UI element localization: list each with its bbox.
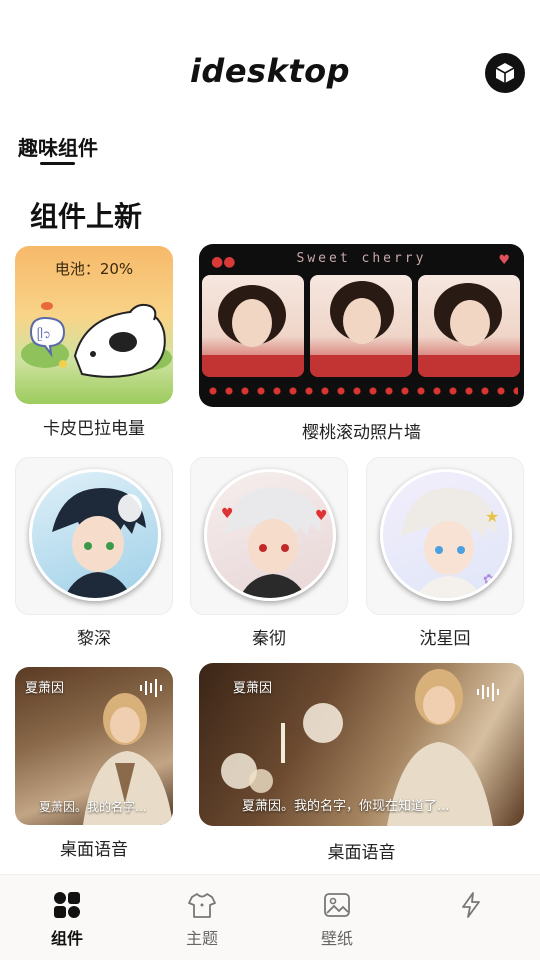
nav-label: 壁纸 bbox=[320, 929, 353, 948]
app-title: idesktop bbox=[189, 52, 351, 90]
nav-label: 组件 bbox=[50, 929, 83, 948]
soundwave-icon bbox=[477, 683, 499, 701]
bottom-nav: 组件 主题 壁纸 bbox=[0, 874, 540, 960]
voice-caption: 夏萧因。我的名字... bbox=[39, 800, 147, 814]
banner-text: Sweet cherry bbox=[296, 251, 427, 266]
widget-capybara-battery[interactable]: 电池：20% ᥫ᭡ bbox=[15, 246, 173, 404]
soundwave-icon bbox=[140, 679, 162, 697]
nav-item-wallpaper[interactable]: 壁纸 bbox=[297, 889, 377, 949]
tshirt-icon bbox=[188, 893, 216, 918]
widget-label: 卡皮巴拉电量 bbox=[43, 419, 145, 439]
avatar: ♥ ♥ bbox=[204, 469, 336, 601]
widget-desktop-voice-large[interactable]: 夏萧因 夏萧因。我的名字，你现在知道了... bbox=[199, 663, 524, 826]
tab-active-indicator bbox=[40, 162, 75, 165]
widget-label: 桌面语音 bbox=[327, 843, 396, 863]
voice-character-name: 夏萧因 bbox=[25, 681, 65, 696]
nav-item-themes[interactable]: 主题 bbox=[162, 889, 242, 949]
widgets-icon bbox=[54, 892, 80, 918]
widget-label: 沈星回 bbox=[419, 629, 471, 649]
widget-cherry-photo-wall[interactable]: ●● Sweet cherry ♥ bbox=[199, 244, 524, 407]
photo-2 bbox=[310, 275, 412, 377]
lightning-icon bbox=[462, 892, 480, 918]
widget-badge-lishen[interactable] bbox=[15, 457, 173, 615]
svg-text:♥: ♥ bbox=[221, 506, 234, 522]
widget-badge-shenxinghui[interactable]: ★ ✿ bbox=[366, 457, 524, 615]
tab-fun-widgets[interactable]: 趣味组件 bbox=[18, 132, 98, 161]
widget-desktop-voice-small[interactable]: 夏萧因 夏萧因。我的名字... bbox=[15, 667, 173, 825]
heart-icon: ♥ bbox=[498, 253, 510, 268]
svg-text:★: ★ bbox=[485, 507, 499, 526]
widget-label: 秦彻 bbox=[252, 629, 286, 649]
cube-button[interactable] bbox=[485, 53, 525, 93]
voice-character-name: 夏萧因 bbox=[233, 681, 273, 696]
capybara-illustration: ᥫ᭡ bbox=[21, 302, 172, 378]
nav-item-widgets[interactable]: 组件 bbox=[27, 889, 107, 949]
widget-badge-qinche[interactable]: ♥ ♥ bbox=[190, 457, 348, 615]
avatar bbox=[29, 469, 161, 601]
svg-text:✿: ✿ bbox=[483, 572, 495, 588]
photo-3 bbox=[418, 275, 520, 377]
widget-label: 桌面语音 bbox=[60, 840, 128, 860]
nav-label: 主题 bbox=[185, 929, 218, 948]
cube-icon bbox=[495, 63, 515, 83]
section-title: 组件上新 bbox=[30, 200, 143, 233]
voice-caption: 夏萧因。我的名字，你现在知道了... bbox=[242, 799, 450, 814]
avatar: ★ ✿ bbox=[380, 469, 512, 601]
widget-label: 黎深 bbox=[77, 629, 111, 649]
cherry-border bbox=[205, 384, 518, 398]
nav-item-featured[interactable] bbox=[431, 889, 511, 925]
photo-1 bbox=[202, 275, 304, 377]
svg-text:ᥫ᭡: ᥫ᭡ bbox=[37, 327, 51, 341]
picture-icon bbox=[324, 893, 350, 917]
widget-label: 樱桃滚动照片墙 bbox=[302, 423, 421, 443]
svg-text:♥: ♥ bbox=[315, 508, 328, 524]
